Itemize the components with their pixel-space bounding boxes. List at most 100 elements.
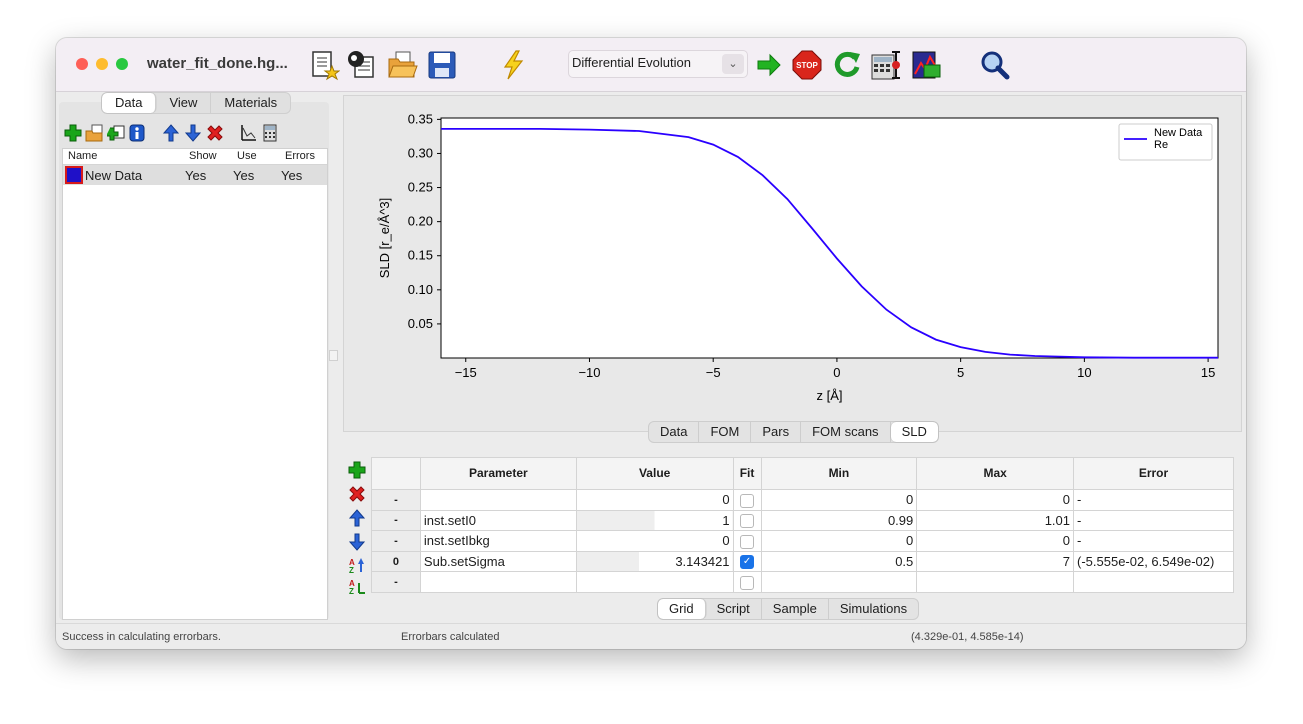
- tab-sample[interactable]: Sample: [762, 599, 829, 619]
- data-color-swatch[interactable]: [65, 166, 83, 184]
- column-header-value[interactable]: Value: [575, 457, 734, 490]
- parameter-cell[interactable]: Sub.setSigma: [419, 550, 577, 573]
- tab-view[interactable]: View: [156, 93, 212, 113]
- parameter-cell[interactable]: inst.setI0: [419, 509, 577, 532]
- fit-cell[interactable]: [732, 571, 762, 593]
- min-cell[interactable]: 0.99: [760, 509, 918, 532]
- grid-corner[interactable]: [371, 457, 421, 490]
- error-cell[interactable]: (-5.555e-02, 6.549e-02): [1073, 550, 1234, 573]
- value-cell[interactable]: 3.143421: [575, 550, 734, 573]
- algorithm-select[interactable]: Differential Evolution ⌄: [568, 50, 748, 78]
- minimize-window-button[interactable]: [96, 58, 108, 70]
- tab-plot-pars[interactable]: Pars: [751, 422, 802, 442]
- tab-grid[interactable]: Grid: [658, 599, 706, 619]
- min-cell[interactable]: [760, 571, 918, 593]
- move-up-icon[interactable]: [162, 124, 180, 142]
- fit-checkbox[interactable]: [740, 534, 755, 549]
- calc-errorbars-icon[interactable]: [870, 49, 902, 81]
- parameter-scan-icon[interactable]: [910, 49, 942, 81]
- min-cell[interactable]: 0: [760, 488, 918, 511]
- splitter-handle[interactable]: [329, 350, 338, 361]
- fit-cell[interactable]: [732, 530, 762, 552]
- column-header-use[interactable]: Use: [237, 150, 257, 162]
- fit-checkbox[interactable]: [740, 514, 755, 529]
- search-icon[interactable]: [979, 49, 1011, 81]
- tab-plot-data[interactable]: Data: [649, 422, 700, 442]
- new-model-icon[interactable]: [308, 49, 340, 81]
- value-cell[interactable]: 1: [575, 509, 734, 532]
- delete-parameter-icon[interactable]: [348, 485, 366, 503]
- new-from-template-icon[interactable]: [346, 49, 378, 81]
- delete-data-icon[interactable]: [206, 124, 224, 142]
- import-data-icon[interactable]: [85, 124, 103, 142]
- save-icon[interactable]: [426, 49, 458, 81]
- simulate-icon[interactable]: [497, 49, 529, 81]
- table-row[interactable]: -: [371, 571, 1234, 593]
- error-cell[interactable]: -: [1073, 509, 1234, 532]
- tab-plot-fom[interactable]: FOM: [699, 422, 752, 442]
- column-header-errors[interactable]: Errors: [285, 150, 315, 162]
- fit-cell[interactable]: [732, 509, 762, 532]
- value-cell[interactable]: 0: [575, 530, 734, 552]
- close-window-button[interactable]: [76, 58, 88, 70]
- column-header-min[interactable]: Min: [760, 457, 918, 490]
- row-header[interactable]: -: [371, 509, 421, 532]
- min-cell[interactable]: 0.5: [760, 550, 918, 573]
- duplicate-data-icon[interactable]: [107, 124, 125, 142]
- max-cell[interactable]: 1.01: [916, 509, 1074, 532]
- move-parameter-down-icon[interactable]: [348, 533, 366, 551]
- add-data-icon[interactable]: [64, 124, 82, 142]
- row-header[interactable]: 0: [371, 550, 421, 573]
- data-show-cell[interactable]: Yes: [185, 168, 206, 183]
- parameter-cell[interactable]: inst.setIbkg: [419, 530, 577, 552]
- fit-cell[interactable]: [732, 488, 762, 511]
- tab-data[interactable]: Data: [102, 93, 157, 113]
- sort-parameters-icon[interactable]: AZ: [348, 556, 366, 574]
- error-cell[interactable]: -: [1073, 488, 1234, 511]
- table-row[interactable]: - inst.setIbkg 0 0 0 -: [371, 530, 1234, 552]
- row-header[interactable]: -: [371, 488, 421, 511]
- move-parameter-up-icon[interactable]: [348, 509, 366, 527]
- fit-checkbox[interactable]: [740, 493, 755, 508]
- max-cell[interactable]: 0: [916, 530, 1074, 552]
- column-header-parameter[interactable]: Parameter: [419, 457, 577, 490]
- max-cell[interactable]: [916, 571, 1074, 593]
- sort-parameters-reverse-icon[interactable]: AZ: [348, 577, 366, 595]
- parameter-cell[interactable]: [419, 488, 577, 511]
- move-down-icon[interactable]: [184, 124, 202, 142]
- tab-materials[interactable]: Materials: [211, 93, 290, 113]
- fit-cell[interactable]: ✓: [732, 550, 762, 573]
- max-cell[interactable]: 7: [916, 550, 1074, 573]
- fit-checkbox[interactable]: [740, 575, 755, 590]
- column-header-show[interactable]: Show: [189, 150, 217, 162]
- tab-plot-fom-scans[interactable]: FOM scans: [801, 422, 891, 442]
- data-errors-cell[interactable]: Yes: [281, 168, 302, 183]
- error-cell[interactable]: -: [1073, 530, 1234, 552]
- fit-checkbox-checked[interactable]: ✓: [740, 555, 755, 570]
- column-header-name[interactable]: Name: [68, 150, 97, 162]
- stop-fit-icon[interactable]: STOP: [791, 49, 823, 81]
- value-cell[interactable]: 0: [575, 488, 734, 511]
- table-row[interactable]: - 0 0 0 -: [371, 488, 1234, 511]
- data-use-cell[interactable]: Yes: [233, 168, 254, 183]
- plot-settings-icon[interactable]: [239, 124, 257, 142]
- restart-fit-icon[interactable]: [831, 49, 863, 81]
- value-cell[interactable]: [575, 571, 734, 593]
- error-cell[interactable]: [1073, 571, 1234, 593]
- max-cell[interactable]: 0: [916, 488, 1074, 511]
- info-icon[interactable]: [128, 124, 146, 142]
- start-fit-icon[interactable]: [753, 49, 785, 81]
- table-row[interactable]: - inst.setI0 1 0.99 1.01 -: [371, 509, 1234, 532]
- sld-chart[interactable]: −15 −10 −5 0 5 10 15 0.05 0.10 0.15 0.20 0.25 0.30 0.…: [344, 96, 1241, 431]
- table-row[interactable]: 0 Sub.setSigma 3.143421 ✓ 0.5 7 (-5.555e…: [371, 550, 1234, 573]
- tab-script[interactable]: Script: [706, 599, 762, 619]
- row-header[interactable]: -: [371, 530, 421, 552]
- tab-simulations[interactable]: Simulations: [829, 599, 918, 619]
- column-header-error[interactable]: Error: [1073, 457, 1234, 490]
- tab-plot-sld[interactable]: SLD: [890, 422, 938, 442]
- column-header-fit[interactable]: Fit: [732, 457, 762, 490]
- column-header-max[interactable]: Max: [916, 457, 1074, 490]
- plot-area[interactable]: [440, 117, 1219, 359]
- zoom-window-button[interactable]: [116, 58, 128, 70]
- open-file-icon[interactable]: [386, 49, 418, 81]
